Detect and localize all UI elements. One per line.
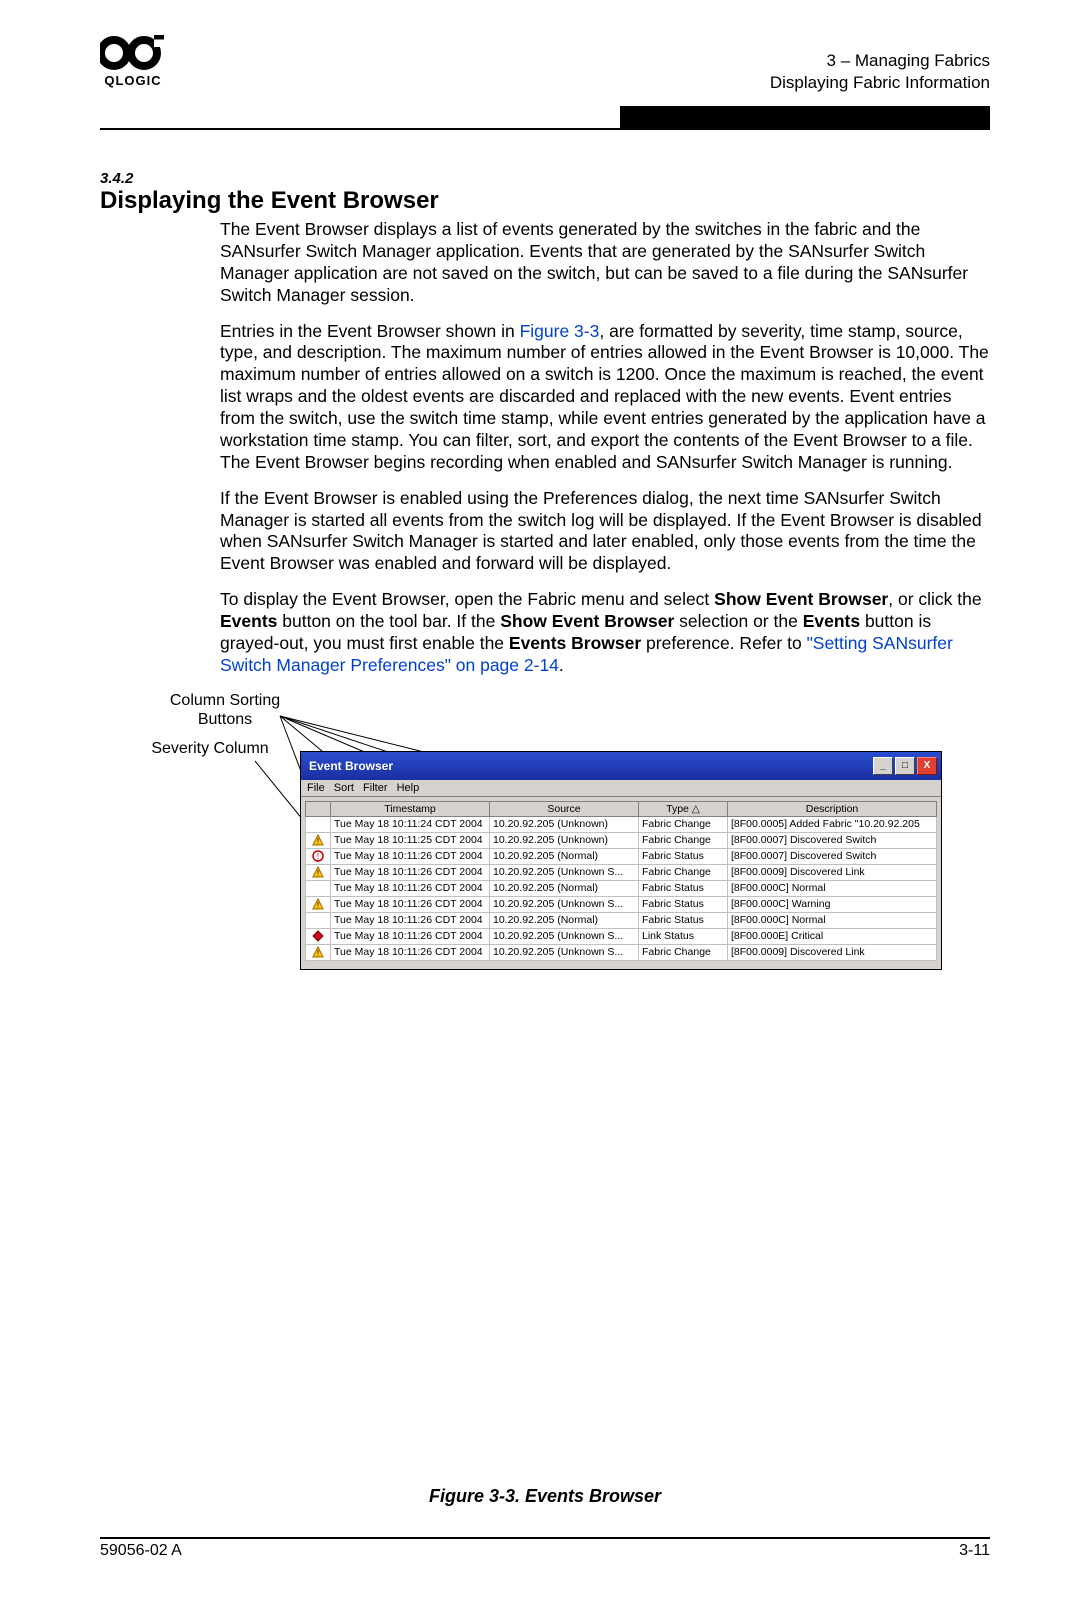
- page-header-right: 3 – Managing Fabrics Displaying Fabric I…: [770, 50, 990, 94]
- cell-type: Fabric Change: [639, 864, 728, 880]
- cell-description: [8F00.0009] Discovered Link: [728, 944, 937, 960]
- cell-description: [8F00.000C] Warning: [728, 896, 937, 912]
- col-timestamp[interactable]: Timestamp: [331, 801, 490, 816]
- cell-source: 10.20.92.205 (Normal): [490, 912, 639, 928]
- cell-type: Fabric Status: [639, 912, 728, 928]
- cell-description: [8F00.000C] Normal: [728, 912, 937, 928]
- table-row[interactable]: ! Tue May 18 10:11:26 CDT 200410.20.92.20…: [306, 896, 937, 912]
- event-table: Timestamp Source Type △ Description Tue …: [305, 801, 937, 961]
- paragraph-1: The Event Browser displays a list of eve…: [220, 219, 990, 307]
- cell-type: Link Status: [639, 928, 728, 944]
- cell-severity: [306, 912, 331, 928]
- svg-text:!: !: [317, 837, 319, 846]
- brand-logo: QLOGIC: [100, 35, 166, 88]
- table-row[interactable]: ! Tue May 18 10:11:26 CDT 200410.20.92.20…: [306, 864, 937, 880]
- cell-severity: [306, 816, 331, 832]
- cell-type: Fabric Status: [639, 848, 728, 864]
- header-rule: [100, 128, 990, 130]
- cell-description: [8F00.0009] Discovered Link: [728, 864, 937, 880]
- cell-severity: [306, 928, 331, 944]
- svg-text:!: !: [317, 852, 319, 861]
- svg-text:!: !: [317, 869, 319, 878]
- cell-description: [8F00.0005] Added Fabric "10.20.92.205: [728, 816, 937, 832]
- cell-source: 10.20.92.205 (Unknown S...: [490, 928, 639, 944]
- menu-sort[interactable]: Sort: [334, 782, 354, 794]
- cell-severity: !: [306, 896, 331, 912]
- minimize-button[interactable]: _: [873, 757, 893, 775]
- table-row[interactable]: ! Tue May 18 10:11:26 CDT 200410.20.92.20…: [306, 848, 937, 864]
- cell-type: Fabric Change: [639, 816, 728, 832]
- cell-description: [8F00.000C] Normal: [728, 880, 937, 896]
- cell-severity: [306, 880, 331, 896]
- table-row[interactable]: Tue May 18 10:11:26 CDT 200410.20.92.205…: [306, 880, 937, 896]
- footer-pagenum: 3-11: [959, 1542, 990, 1560]
- cell-timestamp: Tue May 18 10:11:25 CDT 2004: [331, 832, 490, 848]
- window-titlebar[interactable]: Event Browser _ □ X: [301, 752, 941, 780]
- section-number: 3.4.2: [100, 170, 990, 187]
- cell-timestamp: Tue May 18 10:11:24 CDT 2004: [331, 816, 490, 832]
- cell-source: 10.20.92.205 (Unknown S...: [490, 944, 639, 960]
- cell-source: 10.20.92.205 (Unknown S...: [490, 896, 639, 912]
- brand-name: QLOGIC: [100, 73, 166, 88]
- cell-severity: !: [306, 944, 331, 960]
- header-black-bar: [620, 106, 990, 130]
- cell-timestamp: Tue May 18 10:11:26 CDT 2004: [331, 880, 490, 896]
- paragraph-4: To display the Event Browser, open the F…: [220, 589, 990, 677]
- cell-source: 10.20.92.205 (Unknown S...: [490, 864, 639, 880]
- figure-caption: Figure 3-3. Events Browser: [100, 1486, 990, 1507]
- table-row[interactable]: Tue May 18 10:11:26 CDT 200410.20.92.205…: [306, 912, 937, 928]
- section-title: Displaying the Event Browser: [100, 187, 990, 215]
- cell-source: 10.20.92.205 (Normal): [490, 880, 639, 896]
- col-source[interactable]: Source: [490, 801, 639, 816]
- cell-timestamp: Tue May 18 10:11:26 CDT 2004: [331, 912, 490, 928]
- figure-link[interactable]: Figure 3-3: [520, 321, 600, 341]
- cell-timestamp: Tue May 18 10:11:26 CDT 2004: [331, 848, 490, 864]
- cell-severity: !: [306, 832, 331, 848]
- cell-timestamp: Tue May 18 10:11:26 CDT 2004: [331, 864, 490, 880]
- cell-timestamp: Tue May 18 10:11:26 CDT 2004: [331, 896, 490, 912]
- cell-timestamp: Tue May 18 10:11:26 CDT 2004: [331, 928, 490, 944]
- cell-description: [8F00.000E] Critical: [728, 928, 937, 944]
- cell-type: Fabric Change: [639, 944, 728, 960]
- paragraph-2: Entries in the Event Browser shown in Fi…: [220, 321, 990, 474]
- col-description[interactable]: Description: [728, 801, 937, 816]
- table-row[interactable]: Tue May 18 10:11:26 CDT 200410.20.92.205…: [306, 928, 937, 944]
- table-row[interactable]: Tue May 18 10:11:24 CDT 200410.20.92.205…: [306, 816, 937, 832]
- menu-file[interactable]: File: [307, 782, 325, 794]
- cell-severity: !: [306, 848, 331, 864]
- menubar: File Sort Filter Help: [301, 780, 941, 797]
- paragraph-3: If the Event Browser is enabled using th…: [220, 488, 990, 576]
- table-row[interactable]: ! Tue May 18 10:11:25 CDT 200410.20.92.20…: [306, 832, 937, 848]
- table-row[interactable]: ! Tue May 18 10:11:26 CDT 200410.20.92.20…: [306, 944, 937, 960]
- menu-help[interactable]: Help: [397, 782, 420, 794]
- header-topic: Displaying Fabric Information: [770, 72, 990, 94]
- cell-source: 10.20.92.205 (Normal): [490, 848, 639, 864]
- close-button[interactable]: X: [917, 757, 937, 775]
- cell-type: Fabric Change: [639, 832, 728, 848]
- menu-filter[interactable]: Filter: [363, 782, 387, 794]
- figure-area: Column Sorting Buttons Severity Column E…: [100, 691, 990, 1081]
- svg-text:!: !: [317, 901, 319, 910]
- cell-type: Fabric Status: [639, 896, 728, 912]
- cell-source: 10.20.92.205 (Unknown): [490, 832, 639, 848]
- cell-source: 10.20.92.205 (Unknown): [490, 816, 639, 832]
- cell-description: [8F00.0007] Discovered Switch: [728, 832, 937, 848]
- header-chapter: 3 – Managing Fabrics: [770, 50, 990, 72]
- cell-timestamp: Tue May 18 10:11:26 CDT 2004: [331, 944, 490, 960]
- col-type[interactable]: Type △: [639, 801, 728, 816]
- window-title: Event Browser: [305, 759, 393, 773]
- event-browser-window: Event Browser _ □ X File Sort Filter Hel…: [300, 751, 942, 970]
- footer-docid: 59056-02 A: [100, 1542, 182, 1560]
- footer-rule: [100, 1537, 990, 1539]
- svg-text:!: !: [317, 949, 319, 958]
- maximize-button[interactable]: □: [895, 757, 915, 775]
- col-severity[interactable]: [306, 801, 331, 816]
- cell-severity: !: [306, 864, 331, 880]
- cell-type: Fabric Status: [639, 880, 728, 896]
- cell-description: [8F00.0007] Discovered Switch: [728, 848, 937, 864]
